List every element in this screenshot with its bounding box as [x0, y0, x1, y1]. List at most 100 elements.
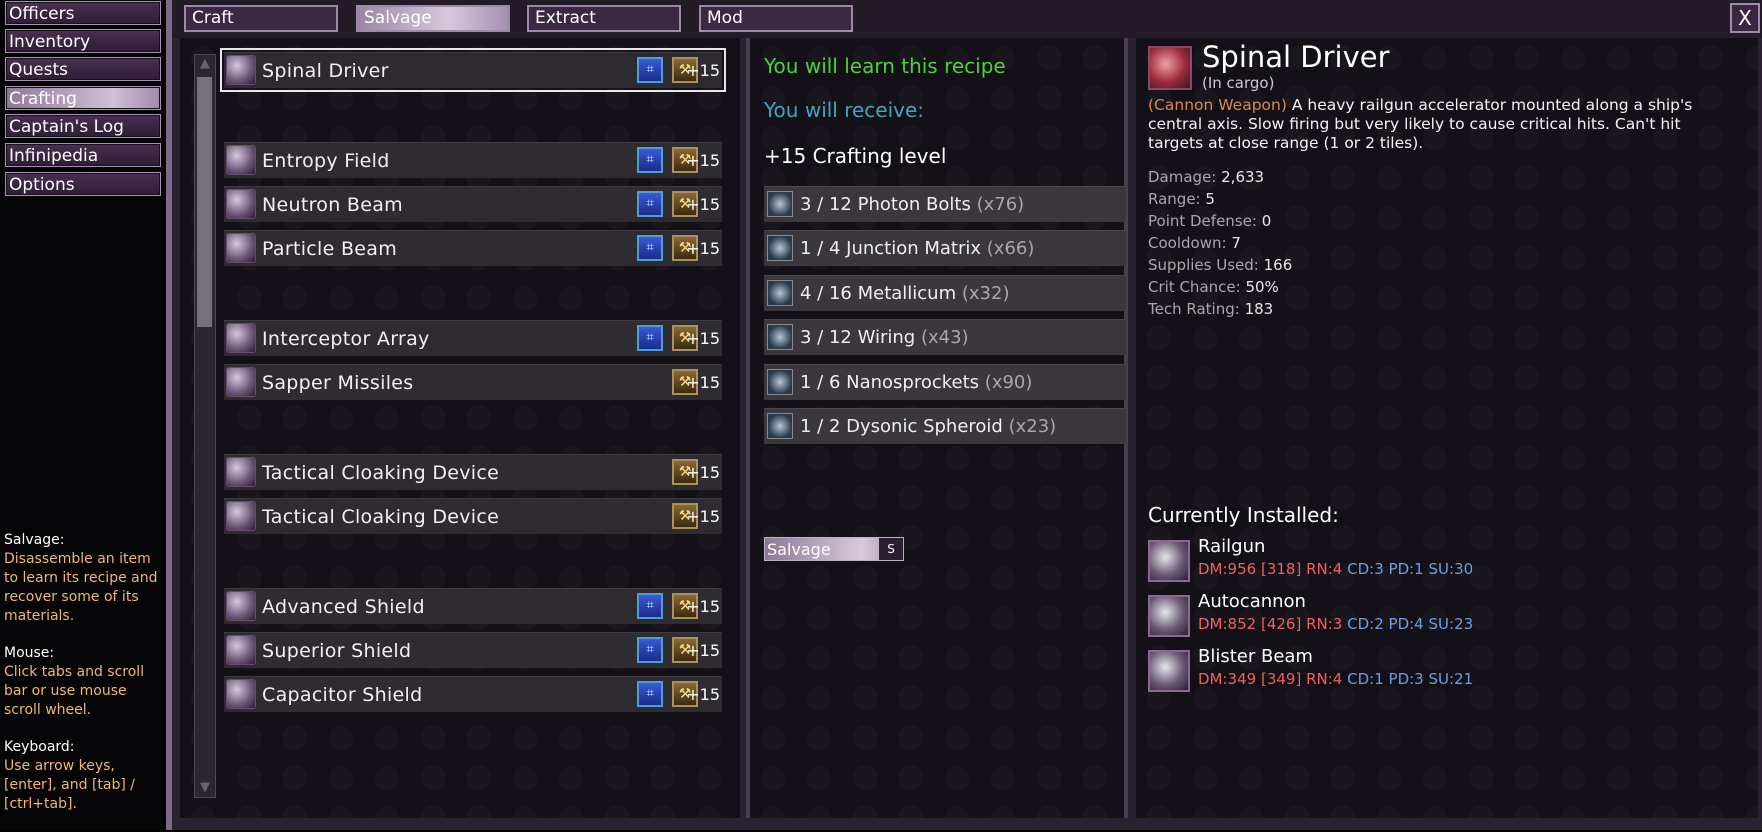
material-row: 1 / 2 Dysonic Spheroid (x23) [764, 408, 1126, 444]
list-item[interactable]: Neutron Beam ⌗ ⚒ +15 [224, 186, 722, 222]
crafting-window: Craft Salvage Extract Mod X ▲ ▼ Spinal D… [166, 0, 1762, 830]
scroll-down-icon[interactable]: ▼ [195, 779, 215, 797]
installed-item-name: Railgun [1198, 536, 1266, 557]
window-bottom-edge [172, 818, 1762, 830]
blueprint-icon: ⌗ [637, 147, 663, 173]
list-item[interactable]: Spinal Driver ⌗ ⚒ +15 [220, 48, 726, 92]
stat-label: Point Defense: [1148, 212, 1257, 230]
help-salvage-body: Disassemble an item to learn its recipe … [4, 551, 158, 624]
currently-installed-heading: Currently Installed: [1148, 503, 1339, 527]
tab-extract[interactable]: Extract [527, 5, 681, 32]
item-name: Neutron Beam [262, 194, 403, 216]
stat-value: 0 [1261, 212, 1272, 230]
stat-label: Cooldown: [1148, 234, 1227, 252]
material-amount: 4 / 16 Metallicum [800, 283, 957, 304]
nav-infinipedia[interactable]: Infinipedia [5, 143, 161, 167]
list-item[interactable]: Advanced Shield ⌗ ⚒ +15 [224, 588, 722, 624]
nav-quests[interactable]: Quests [5, 57, 161, 81]
stat-value: 166 [1263, 256, 1293, 274]
item-title: Spinal Driver [1202, 40, 1390, 74]
help-text: Salvage: Disassemble an item to learn it… [4, 531, 164, 832]
tab-craft[interactable]: Craft [184, 5, 338, 32]
material-row: 1 / 4 Junction Matrix (x66) [764, 230, 1126, 266]
stat-value: 50% [1245, 278, 1279, 296]
installed-item[interactable]: Railgun DM:956 [318] RN:4 CD:3 PD:1 SU:3… [1148, 536, 1708, 584]
list-item[interactable]: Entropy Field ⌗ ⚒ +15 [224, 142, 722, 178]
stat-value: 2,633 [1221, 168, 1265, 186]
installed-item[interactable]: Autocannon DM:852 [426] RN:3 CD:2 PD:4 S… [1148, 591, 1708, 639]
item-detail-panel: Spinal Driver (In cargo) (Cannon Weapon)… [1136, 38, 1758, 818]
item-name: Capacitor Shield [262, 684, 423, 706]
item-level: +15 [686, 507, 720, 526]
salvage-hotkey: S [878, 538, 903, 560]
list-item[interactable]: Tactical Cloaking Device ⚒ +15 [224, 454, 722, 490]
item-level: +15 [686, 329, 720, 348]
nav-inventory[interactable]: Inventory [5, 29, 161, 53]
item-level: +15 [686, 61, 720, 80]
stat-value: 183 [1244, 300, 1274, 318]
spinal-driver-icon [226, 55, 256, 85]
nav-captains-log[interactable]: Captain's Log [5, 114, 161, 138]
stat-label: Crit Chance: [1148, 278, 1241, 296]
superior-shield-icon [226, 635, 256, 665]
list-item[interactable]: Interceptor Array ⌗ ⚒ +15 [224, 320, 722, 356]
interceptor-array-icon [226, 323, 256, 353]
material-stock: (x66) [986, 238, 1035, 259]
neutron-beam-icon [226, 189, 256, 219]
stat-label: Tech Rating: [1148, 300, 1240, 318]
spinal-driver-icon [1148, 46, 1192, 90]
close-button[interactable]: X [1730, 3, 1760, 33]
material-amount: 1 / 4 Junction Matrix [800, 238, 982, 259]
sapper-missiles-icon [226, 367, 256, 397]
material-stock: (x23) [1008, 416, 1057, 437]
particle-beam-icon [226, 233, 256, 263]
item-description: (Cannon Weapon) A heavy railgun accelera… [1148, 96, 1738, 153]
nav-crafting[interactable]: Crafting [5, 86, 161, 110]
material-row: 3 / 12 Wiring (x43) [764, 319, 1126, 355]
railgun-icon [1148, 540, 1190, 582]
scroll-up-icon[interactable]: ▲ [195, 55, 215, 73]
salvage-button[interactable]: Salvage S [764, 537, 904, 561]
side-navigation: Officers Inventory Quests Crafting Capta… [0, 0, 166, 830]
blueprint-icon: ⌗ [637, 593, 663, 619]
item-type: (Cannon Weapon) [1148, 96, 1287, 114]
capacitor-shield-icon [226, 679, 256, 709]
installed-item[interactable]: Blister Beam DM:349 [349] RN:4 CD:1 PD:3… [1148, 646, 1708, 694]
item-list-panel: ▲ ▼ Spinal Driver ⌗ ⚒ +15 Entropy Field … [180, 38, 740, 818]
item-name: Entropy Field [262, 150, 390, 172]
item-name: Spinal Driver [262, 60, 389, 82]
nav-officers[interactable]: Officers [5, 1, 161, 25]
tab-salvage[interactable]: Salvage [356, 5, 510, 32]
installed-item-name: Blister Beam [1198, 646, 1313, 667]
material-row: 4 / 16 Metallicum (x32) [764, 275, 1126, 311]
item-level: +15 [686, 373, 720, 392]
help-mouse-heading: Mouse: [4, 645, 55, 661]
list-item[interactable]: Sapper Missiles ⚒ +15 [224, 364, 722, 400]
material-stock: (x90) [984, 372, 1033, 393]
nav-options[interactable]: Options [5, 172, 161, 196]
blueprint-icon: ⌗ [637, 637, 663, 663]
blueprint-icon: ⌗ [637, 235, 663, 261]
blueprint-icon: ⌗ [637, 57, 663, 83]
scrollbar[interactable]: ▲ ▼ [194, 54, 216, 798]
list-item[interactable]: Tactical Cloaking Device ⚒ +15 [224, 498, 722, 534]
item-name: Advanced Shield [262, 596, 425, 618]
material-stock: (x76) [976, 194, 1025, 215]
item-name: Sapper Missiles [262, 372, 414, 394]
list-item[interactable]: Capacitor Shield ⌗ ⚒ +15 [224, 676, 722, 712]
item-level: +15 [686, 641, 720, 660]
material-amount: 3 / 12 Wiring [800, 327, 916, 348]
stat-label: Supplies Used: [1148, 256, 1259, 274]
stat-value: 7 [1231, 234, 1241, 252]
list-item[interactable]: Particle Beam ⌗ ⚒ +15 [224, 230, 722, 266]
item-level: +15 [686, 151, 720, 170]
blueprint-icon: ⌗ [637, 325, 663, 351]
item-level: +15 [686, 195, 720, 214]
item-name: Particle Beam [262, 238, 398, 260]
help-keyboard-body: Use arrow keys, [enter], and [tab] / [ct… [4, 758, 136, 812]
tab-mod[interactable]: Mod [699, 5, 853, 32]
list-item[interactable]: Superior Shield ⌗ ⚒ +15 [224, 632, 722, 668]
scroll-thumb[interactable] [197, 77, 212, 327]
help-salvage-heading: Salvage: [4, 532, 65, 548]
recipe-panel: You will learn this recipe You will rece… [746, 38, 1128, 818]
